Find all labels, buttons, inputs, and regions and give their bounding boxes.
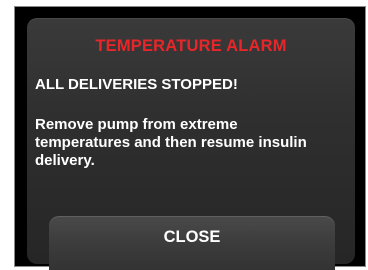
pump-screen: TEMPERATURE ALARM ALL DELIVERIES STOPPED… [14, 6, 366, 270]
alarm-title: TEMPERATURE ALARM [95, 37, 287, 55]
close-button[interactable]: CLOSE [49, 216, 335, 270]
alarm-dialog: TEMPERATURE ALARM ALL DELIVERIES STOPPED… [27, 18, 355, 270]
alarm-subtitle: ALL DELIVERIES STOPPED! [35, 76, 238, 93]
alarm-message: Remove pump from extreme temperatures an… [35, 116, 307, 169]
